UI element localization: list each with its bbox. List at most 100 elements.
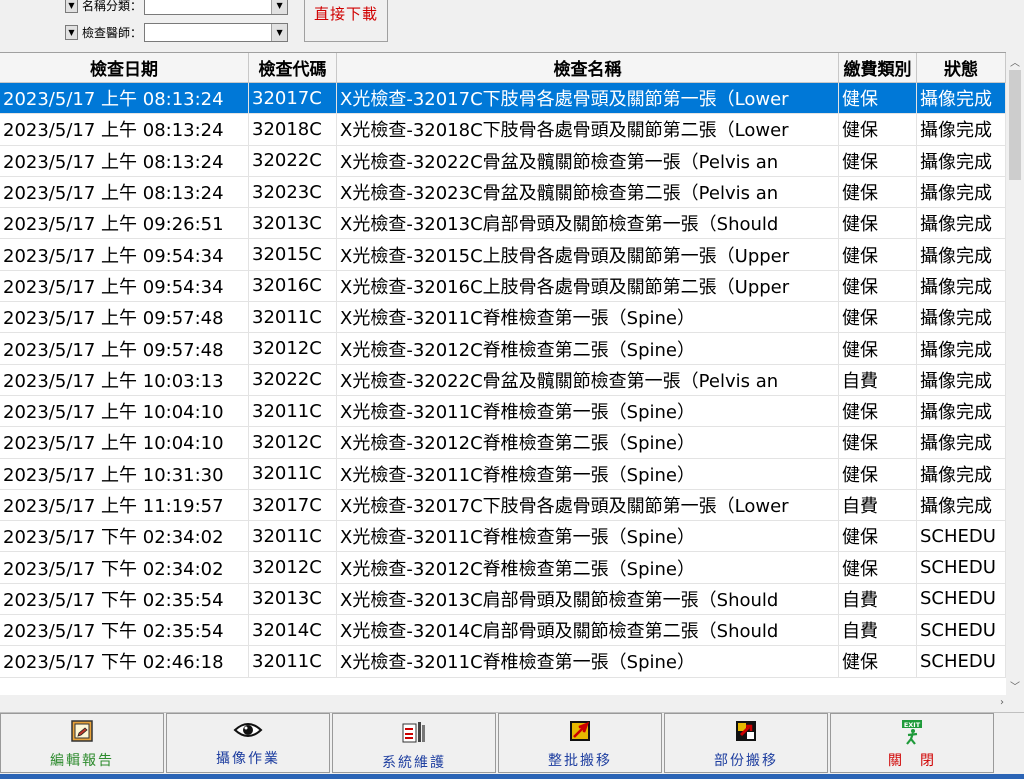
table-row[interactable]: 2023/5/17 上午 08:13:24 32017C X光檢查-32017C下肢…	[0, 83, 1006, 115]
partial-move-icon	[736, 721, 756, 741]
table-row[interactable]: 2023/5/17 上午 09:26:51 32013C X光檢查-32013C肩部…	[0, 208, 1006, 240]
chevron-down-icon[interactable]: ▼	[65, 25, 78, 40]
cell-status: SCHEDU	[917, 583, 1006, 615]
cell-pay: 健保	[839, 145, 917, 176]
table-row[interactable]: 2023/5/17 上午 10:04:10 32012C X光檢查-32012C脊椎…	[0, 427, 1006, 459]
cell-code: 32015C	[249, 239, 337, 270]
table-row[interactable]: 2023/5/17 上午 10:04:10 32011C X光檢查-32011C脊椎…	[0, 395, 1006, 428]
cell-code: 32017C	[249, 83, 337, 114]
scroll-down-icon[interactable]: ﹀	[1006, 678, 1024, 693]
table-body: 2023/5/17 上午 08:13:24 32017C X光檢查-32017C下肢…	[0, 83, 1006, 678]
table-row[interactable]: 2023/5/17 上午 09:57:48 32012C X光檢查-32012C脊椎…	[0, 333, 1006, 365]
cell-pay: 健保	[839, 458, 917, 489]
cell-date: 2023/5/17 下午 02:35:54	[0, 615, 249, 646]
cell-code: 32013C	[249, 583, 337, 615]
doctor-label: 檢查醫師：	[82, 26, 143, 40]
col-header-code[interactable]: 檢查代碼	[249, 53, 337, 82]
cell-pay: 健保	[839, 270, 917, 302]
cell-date: 2023/5/17 上午 10:31:30	[0, 458, 249, 489]
doctor-combo[interactable]: ▼	[144, 23, 289, 42]
cell-name: X光檢查-32011C脊椎檢查第一張（Spine）	[337, 646, 839, 677]
exam-table: 檢查日期 檢查代碼 檢查名稱 繳費類別 狀態 2023/5/17 上午 08:1…	[0, 52, 1006, 696]
table-row[interactable]: 2023/5/17 上午 09:54:34 32016C X光檢查-32016C上肢…	[0, 270, 1006, 303]
table-row[interactable]: 2023/5/17 上午 09:57:48 32011C X光檢查-32011C脊椎…	[0, 302, 1006, 334]
cell-date: 2023/5/17 下午 02:34:02	[0, 521, 249, 552]
chevron-down-icon[interactable]: ▼	[271, 24, 288, 41]
cell-pay: 健保	[839, 114, 917, 145]
cell-code: 32011C	[249, 521, 337, 552]
partial-move-label: 部份搬移	[714, 753, 778, 769]
name-category-combo[interactable]: ▼	[144, 0, 289, 15]
table-row[interactable]: 2023/5/17 下午 02:46:18 32011C X光檢查-32011C脊椎…	[0, 646, 1006, 678]
vertical-scrollbar[interactable]: ︿ ﹀	[1006, 52, 1024, 695]
cell-code: 32022C	[249, 364, 337, 395]
cell-code: 32011C	[249, 646, 337, 677]
direct-download-button[interactable]: 直接下載	[304, 0, 388, 42]
close-button[interactable]: EXIT 關 閉	[830, 713, 994, 773]
name-category-row: ▼ 名稱分類： ▼	[65, 0, 289, 15]
cell-status: 攝像完成	[917, 208, 1006, 239]
cell-code: 32023C	[249, 176, 337, 208]
name-category-value	[145, 0, 271, 14]
exit-icon-text: EXIT	[904, 721, 921, 729]
table-row[interactable]: 2023/5/17 下午 02:35:54 32014C X光檢查-32014C肩部…	[0, 615, 1006, 647]
cell-pay: 健保	[839, 176, 917, 208]
cell-pay: 健保	[839, 427, 917, 458]
col-header-pay[interactable]: 繳費類別	[839, 53, 917, 82]
table-row[interactable]: 2023/5/17 下午 02:34:02 32012C X光檢查-32012C脊椎…	[0, 552, 1006, 584]
table-row[interactable]: 2023/5/17 下午 02:35:54 32013C X光檢查-32013C肩部…	[0, 583, 1006, 616]
cell-status: 攝像完成	[917, 176, 1006, 208]
name-category-label: 名稱分類：	[82, 0, 143, 13]
cell-pay: 健保	[839, 552, 917, 583]
cell-pay: 健保	[839, 83, 917, 114]
scroll-thumb[interactable]	[1009, 70, 1021, 180]
partial-move-button[interactable]: 部份搬移	[664, 713, 828, 773]
cell-name: X光檢查-32016C上肢骨各處骨頭及關節第二張（Upper	[337, 270, 839, 302]
cell-name: X光檢查-32011C脊椎檢查第一張（Spine）	[337, 395, 839, 427]
cell-pay: 健保	[839, 208, 917, 239]
cell-code: 32016C	[249, 270, 337, 302]
imaging-button[interactable]: 攝像作業	[166, 713, 330, 773]
cell-status: 攝像完成	[917, 145, 1006, 176]
cell-status: SCHEDU	[917, 646, 1006, 677]
col-header-date[interactable]: 檢查日期	[0, 53, 249, 82]
cell-date: 2023/5/17 上午 09:54:34	[0, 239, 249, 270]
table-row[interactable]: 2023/5/17 上午 09:54:34 32015C X光檢查-32015C上肢…	[0, 239, 1006, 271]
doctor-row: ▼ 檢查醫師： ▼	[65, 23, 289, 42]
system-maintenance-button[interactable]: 系統維護	[332, 713, 496, 773]
cell-date: 2023/5/17 上午 11:19:57	[0, 489, 249, 521]
edit-report-button[interactable]: 編輯報告	[0, 713, 164, 773]
cell-code: 32012C	[249, 552, 337, 583]
cell-status: 攝像完成	[917, 83, 1006, 114]
cell-code: 32013C	[249, 208, 337, 239]
cell-name: X光檢查-32022C骨盆及髖關節檢查第一張（Pelvis an	[337, 145, 839, 176]
bottom-toolbar: 編輯報告 攝像作業 系統維護 整批搬移 部份搬移 EXIT 關 閉	[0, 712, 1024, 774]
scroll-up-icon[interactable]: ︿	[1006, 54, 1024, 69]
horizontal-scrollbar[interactable]: ›	[0, 695, 1024, 712]
cell-name: X光檢查-32017C下肢骨各處骨頭及關節第一張（Lower	[337, 489, 839, 521]
cell-date: 2023/5/17 上午 10:04:10	[0, 427, 249, 458]
scroll-right-icon[interactable]: ›	[1000, 697, 1004, 708]
chevron-down-icon[interactable]: ▼	[65, 0, 78, 13]
batch-move-icon	[570, 721, 590, 741]
table-row[interactable]: 2023/5/17 上午 10:31:30 32011C X光檢查-32011C脊椎…	[0, 458, 1006, 490]
cell-pay: 健保	[839, 302, 917, 333]
table-row[interactable]: 2023/5/17 上午 08:13:24 32023C X光檢查-32023C骨盆…	[0, 176, 1006, 209]
cell-date: 2023/5/17 上午 10:03:13	[0, 364, 249, 395]
table-row[interactable]: 2023/5/17 上午 10:03:13 32022C X光檢查-32022C骨盆…	[0, 364, 1006, 396]
cell-date: 2023/5/17 上午 08:13:24	[0, 145, 249, 176]
table-row[interactable]: 2023/5/17 上午 11:19:57 32017C X光檢查-32017C下肢…	[0, 489, 1006, 522]
cell-name: X光檢查-32012C脊椎檢查第二張（Spine）	[337, 333, 839, 364]
batch-move-button[interactable]: 整批搬移	[498, 713, 662, 773]
table-row[interactable]: 2023/5/17 下午 02:34:02 32011C X光檢查-32011C脊椎…	[0, 521, 1006, 553]
cell-code: 32012C	[249, 427, 337, 458]
cell-date: 2023/5/17 上午 09:57:48	[0, 333, 249, 364]
report-edit-icon	[71, 720, 93, 742]
cell-code: 32018C	[249, 114, 337, 145]
col-header-name[interactable]: 檢查名稱	[337, 53, 839, 82]
table-row[interactable]: 2023/5/17 上午 08:13:24 32018C X光檢查-32018C下肢…	[0, 114, 1006, 146]
table-row[interactable]: 2023/5/17 上午 08:13:24 32022C X光檢查-32022C骨盆…	[0, 145, 1006, 177]
cell-pay: 健保	[839, 646, 917, 677]
col-header-status[interactable]: 狀態	[917, 53, 1006, 82]
chevron-down-icon[interactable]: ▼	[271, 0, 288, 14]
